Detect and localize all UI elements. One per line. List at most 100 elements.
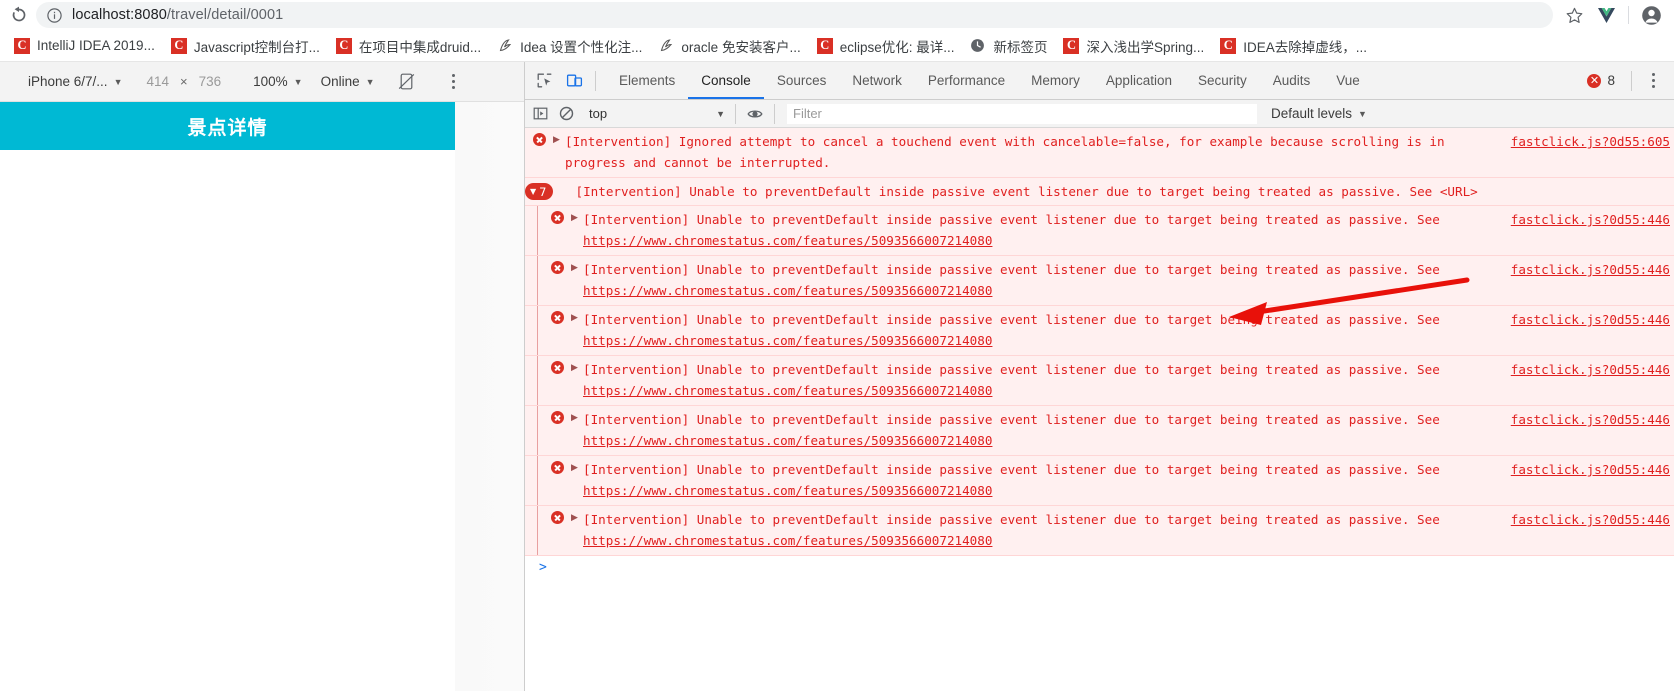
chromestatus-link[interactable]: https://www.chromestatus.com/features/50… bbox=[583, 283, 992, 298]
address-bar[interactable]: localhost:8080/travel/detail/0001 bbox=[36, 2, 1553, 28]
console-sidebar-icon[interactable] bbox=[527, 102, 553, 126]
console-message[interactable]: ▶ [Intervention] Unable to preventDefault… bbox=[525, 206, 1674, 256]
message-source-link[interactable]: fastclick.js?0d55:446 bbox=[1511, 459, 1674, 480]
error-count-badge[interactable]: ✕ 8 bbox=[1587, 73, 1615, 88]
profile-avatar-icon[interactable] bbox=[1636, 1, 1666, 29]
console-log-levels-selector[interactable]: Default levels ▼ bbox=[1263, 106, 1375, 121]
toggle-device-toolbar-icon[interactable] bbox=[559, 66, 589, 96]
tab-console[interactable]: Console bbox=[688, 62, 764, 99]
tab-security[interactable]: Security bbox=[1185, 62, 1260, 99]
chevron-down-icon: ▼ bbox=[1358, 108, 1367, 119]
message-source-link[interactable]: fastclick.js?0d55:446 bbox=[1511, 509, 1674, 530]
bookmark-item[interactable]: Idea 设置个性化注... bbox=[489, 33, 650, 59]
expand-triangle-icon[interactable]: ▶ bbox=[571, 209, 583, 222]
device-emulation-toolbar: iPhone 6/7/... ▼ 414 × 736 100% ▼ Online… bbox=[0, 62, 524, 102]
inspect-element-icon[interactable] bbox=[529, 66, 559, 96]
devtools-more-icon[interactable] bbox=[1638, 66, 1668, 96]
error-icon bbox=[550, 361, 564, 374]
repeat-count-badge[interactable]: ▼ 7 bbox=[525, 183, 554, 200]
message-source-link[interactable]: fastclick.js?0d55:446 bbox=[1511, 259, 1674, 280]
expand-triangle-icon[interactable]: ▶ bbox=[571, 259, 583, 272]
message-source-link[interactable]: fastclick.js?0d55:605 bbox=[1511, 131, 1674, 152]
device-stage: 景点详情 bbox=[0, 102, 524, 691]
bookmark-item[interactable]: C IntelliJ IDEA 2019... bbox=[6, 33, 163, 59]
viewport-height-input[interactable]: 736 bbox=[199, 74, 222, 89]
chevron-down-icon: ▼ bbox=[365, 76, 375, 87]
tab-label: Vue bbox=[1336, 73, 1360, 88]
chromestatus-link[interactable]: https://www.chromestatus.com/features/50… bbox=[583, 483, 992, 498]
bookmark-label: Javascript控制台打... bbox=[193, 39, 320, 55]
viewport-width-input[interactable]: 414 bbox=[146, 74, 169, 89]
bookmark-star-icon[interactable] bbox=[1559, 1, 1589, 29]
device-selector[interactable]: iPhone 6/7/... ▼ bbox=[28, 74, 122, 89]
tab-performance[interactable]: Performance bbox=[915, 62, 1018, 99]
message-text: [Intervention] Unable to preventDefault … bbox=[583, 312, 1440, 348]
message-source-link[interactable]: fastclick.js?0d55:446 bbox=[1511, 409, 1674, 430]
bookmark-item[interactable]: C IDEA去除掉虚线，... bbox=[1212, 33, 1375, 59]
message-text: [Intervention] Unable to preventDefault … bbox=[583, 412, 1440, 448]
console-message[interactable]: ▶ [Intervention] Unable to preventDefault… bbox=[525, 256, 1674, 306]
tab-network[interactable]: Network bbox=[839, 62, 915, 99]
bookmark-item[interactable]: oracle 免安装客户... bbox=[650, 33, 808, 59]
console-message[interactable]: ▶ [Intervention] Unable to preventDefault… bbox=[525, 356, 1674, 406]
console-message-group-header[interactable]: ▼ 7 [Intervention] Unable to preventDefaul… bbox=[525, 178, 1674, 206]
network-throttle-selector[interactable]: Online ▼ bbox=[321, 74, 375, 89]
message-source-link[interactable]: fastclick.js?0d55:446 bbox=[1511, 209, 1674, 230]
reload-icon[interactable] bbox=[8, 4, 30, 26]
console-messages[interactable]: ▶ [Intervention] Ignored attempt to cance… bbox=[525, 128, 1674, 691]
chromestatus-link[interactable]: https://www.chromestatus.com/features/50… bbox=[583, 533, 992, 548]
bookmark-item[interactable]: C 深入浅出学Spring... bbox=[1055, 33, 1212, 59]
execution-context-selector[interactable]: top ▼ bbox=[585, 104, 729, 124]
tab-vue[interactable]: Vue bbox=[1323, 62, 1373, 99]
console-message[interactable]: ▶ [Intervention] Unable to preventDefault… bbox=[525, 306, 1674, 356]
tab-application[interactable]: Application bbox=[1093, 62, 1185, 99]
expand-triangle-icon[interactable]: ▶ bbox=[571, 309, 583, 322]
bookmark-item[interactable]: C 在项目中集成druid... bbox=[328, 33, 489, 59]
vue-devtools-icon[interactable] bbox=[1591, 1, 1621, 29]
expand-triangle-icon[interactable]: ▶ bbox=[571, 459, 583, 472]
console-message[interactable]: ▶ [Intervention] Unable to preventDefault… bbox=[525, 406, 1674, 456]
app-header-title: 景点详情 bbox=[187, 116, 268, 139]
message-gutter bbox=[543, 509, 571, 524]
info-circle-icon[interactable] bbox=[46, 7, 63, 24]
zoom-selector[interactable]: 100% ▼ bbox=[253, 74, 302, 89]
expand-triangle-icon[interactable]: ▶ bbox=[571, 509, 583, 522]
tab-elements[interactable]: Elements bbox=[606, 62, 688, 99]
chromestatus-link[interactable]: https://www.chromestatus.com/features/50… bbox=[583, 333, 992, 348]
live-expression-eye-icon[interactable] bbox=[742, 102, 768, 126]
device-emulation-pane: iPhone 6/7/... ▼ 414 × 736 100% ▼ Online… bbox=[0, 62, 525, 691]
chromestatus-link[interactable]: https://www.chromestatus.com/features/50… bbox=[583, 433, 992, 448]
message-gutter bbox=[543, 209, 571, 224]
bookmark-item[interactable]: C Javascript控制台打... bbox=[163, 33, 328, 59]
console-message[interactable]: ▶ [Intervention] Unable to preventDefault… bbox=[525, 456, 1674, 506]
bookmark-item[interactable]: 新标签页 bbox=[962, 33, 1055, 59]
error-icon bbox=[550, 511, 564, 524]
chromestatus-link[interactable]: https://www.chromestatus.com/features/50… bbox=[583, 233, 992, 248]
console-filter-input[interactable] bbox=[787, 103, 1257, 124]
console-empty-area[interactable] bbox=[525, 578, 1674, 691]
mobile-viewport[interactable]: 景点详情 bbox=[0, 102, 455, 691]
expand-triangle-icon[interactable]: ▶ bbox=[553, 131, 565, 144]
network-throttle-value: Online bbox=[320, 74, 360, 89]
rotate-device-icon[interactable] bbox=[393, 68, 421, 96]
tab-sources[interactable]: Sources bbox=[764, 62, 840, 99]
error-icon: ✕ bbox=[1587, 73, 1602, 88]
bookmarks-bar: C IntelliJ IDEA 2019... C Javascript控制台打...… bbox=[0, 30, 1674, 62]
bookmark-item[interactable]: Ceclipse优化: 最详... bbox=[809, 33, 963, 59]
tab-label: Network bbox=[852, 73, 902, 88]
chromestatus-link[interactable]: https://www.chromestatus.com/features/50… bbox=[583, 383, 992, 398]
console-toolbar-divider bbox=[735, 103, 736, 124]
clear-console-icon[interactable] bbox=[553, 102, 579, 126]
expand-triangle-icon[interactable]: ▶ bbox=[571, 359, 583, 372]
message-source-link[interactable]: fastclick.js?0d55:446 bbox=[1511, 309, 1674, 330]
console-message[interactable]: ▶ [Intervention] Ignored attempt to cance… bbox=[525, 128, 1674, 178]
message-source-link[interactable]: fastclick.js?0d55:446 bbox=[1511, 359, 1674, 380]
console-message[interactable]: ▶ [Intervention] Unable to preventDefault… bbox=[525, 506, 1674, 556]
tab-label: Memory bbox=[1031, 73, 1080, 88]
tab-audits[interactable]: Audits bbox=[1260, 62, 1324, 99]
tab-memory[interactable]: Memory bbox=[1018, 62, 1093, 99]
device-toolbar-more-icon[interactable] bbox=[443, 69, 465, 95]
console-prompt[interactable]: > bbox=[525, 556, 1674, 578]
expand-triangle-icon[interactable]: ▶ bbox=[571, 409, 583, 422]
bookmark-label: eclipse优化: 最详... bbox=[839, 39, 955, 55]
